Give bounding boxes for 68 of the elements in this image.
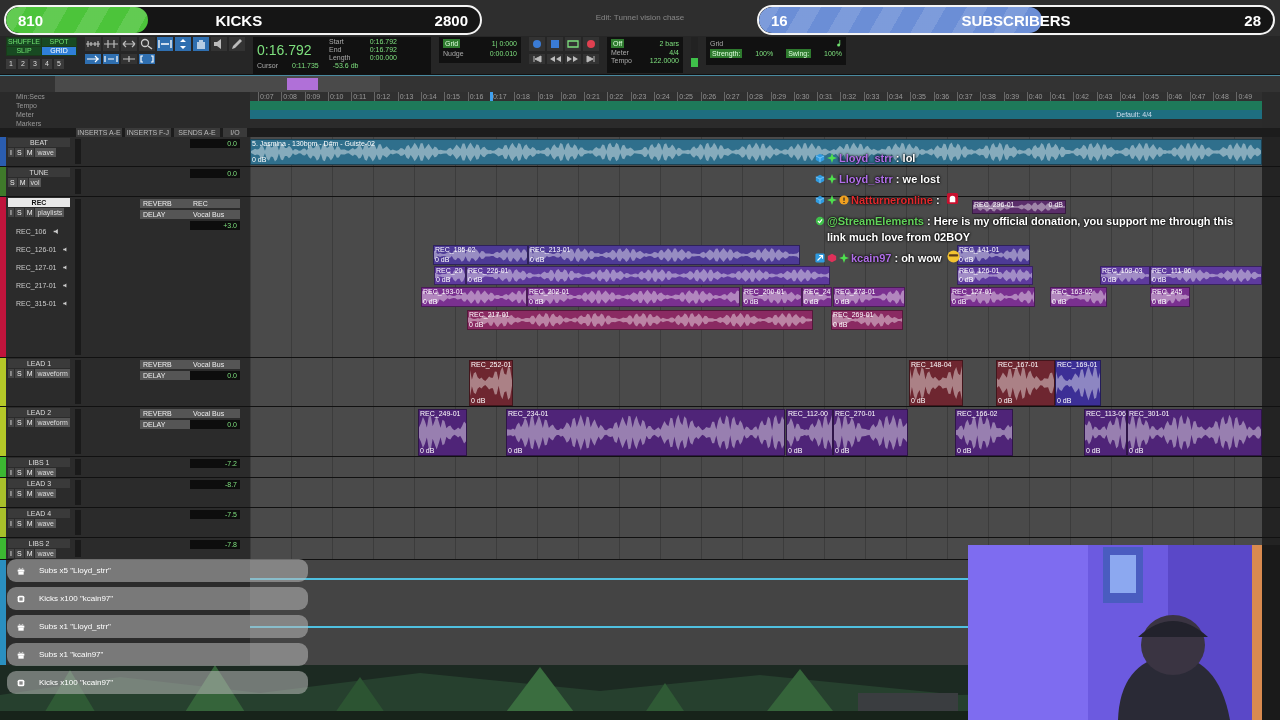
chat-message: Lloyd_strr : we lost: [839, 172, 940, 187]
zoom-out-icon[interactable]: [85, 37, 101, 51]
playhead-marker[interactable]: [490, 92, 493, 101]
siren-icon: [945, 192, 959, 205]
chat-message: @StreamElements : Here is my official donation, you support me through this link much love from 02BOY: [827, 214, 1235, 245]
arrow-icon[interactable]: [85, 54, 101, 64]
search-icon[interactable]: [139, 37, 155, 51]
return-to-start-icon[interactable]: [529, 54, 545, 64]
gift-icon: [17, 566, 25, 575]
alert-text: Kicks x100 "kcain97": [39, 594, 114, 603]
rewind-icon[interactable]: [547, 54, 563, 64]
level-meter: [691, 37, 698, 67]
waveform-drawing: [958, 246, 1029, 264]
note-icon[interactable]: [836, 39, 842, 47]
grabber-icon[interactable]: [175, 37, 191, 51]
stop-icon[interactable]: [547, 37, 563, 51]
check-icon: [815, 216, 825, 226]
square-icon: [17, 678, 25, 687]
overview-strip[interactable]: [0, 75, 1280, 92]
gift-icon: [17, 622, 25, 631]
waveform-drawing: [834, 288, 904, 306]
bracket-icon[interactable]: [139, 54, 155, 64]
waveform-drawing: [1051, 288, 1106, 306]
record-icon[interactable]: [583, 37, 599, 51]
sparkle-icon: [827, 174, 837, 184]
sparkle-icon: [827, 153, 837, 163]
arrow-icon: [815, 253, 825, 263]
go-to-end-icon[interactable]: [583, 54, 599, 64]
zoom-in-icon[interactable]: [103, 37, 119, 51]
chat-message: kcain97 : oh wow: [851, 251, 942, 266]
cube-icon: [815, 195, 825, 205]
emoji-icon: [947, 250, 961, 263]
goal-current: 16: [771, 11, 788, 29]
bracket-icon[interactable]: [103, 54, 119, 64]
cube-icon: [827, 253, 837, 263]
alert-text: Subs x1 "Lloyd_strr": [39, 622, 111, 631]
play-icon[interactable]: [565, 37, 581, 51]
cube-icon: [815, 174, 825, 184]
pencil-icon[interactable]: [229, 37, 245, 51]
hand-icon[interactable]: [193, 37, 209, 51]
alert-text: Kicks x100 "kcain97": [39, 678, 114, 687]
waveform-drawing: [1151, 288, 1189, 306]
plus-icon[interactable]: [121, 54, 137, 64]
waveform-drawing: [803, 288, 831, 306]
chat-message: Natturneronline :: [851, 193, 940, 208]
sparkle-icon: [827, 195, 837, 205]
alert-text: Subs x1 "kcain97": [39, 650, 104, 659]
alert-icon: [839, 195, 849, 205]
window-title: Edit: Tunnel vision chase: [595, 13, 685, 22]
loop-icon[interactable]: [529, 37, 545, 51]
cube-icon: [815, 153, 825, 163]
main-counter: 0:16.792: [257, 42, 313, 58]
speaker-icon[interactable]: [211, 37, 227, 51]
waveform-drawing: [435, 267, 465, 284]
arrows-icon[interactable]: [121, 37, 137, 51]
waveform-drawing: [743, 288, 801, 306]
fast-forward-icon[interactable]: [565, 54, 581, 64]
waveform-drawing: [1101, 267, 1149, 284]
waveform-drawing: [832, 311, 902, 329]
square-icon: [17, 594, 25, 603]
gift-icon: [17, 650, 25, 659]
trim-icon[interactable]: [157, 37, 173, 51]
goal-label: KICKS: [215, 11, 263, 29]
alert-text: Subs x5 "Lloyd_strr": [39, 566, 111, 575]
goal-current: 810: [18, 11, 44, 29]
goal-target: 28: [1244, 11, 1261, 29]
goal-target: 2800: [434, 11, 468, 29]
sparkle-icon: [839, 253, 849, 263]
